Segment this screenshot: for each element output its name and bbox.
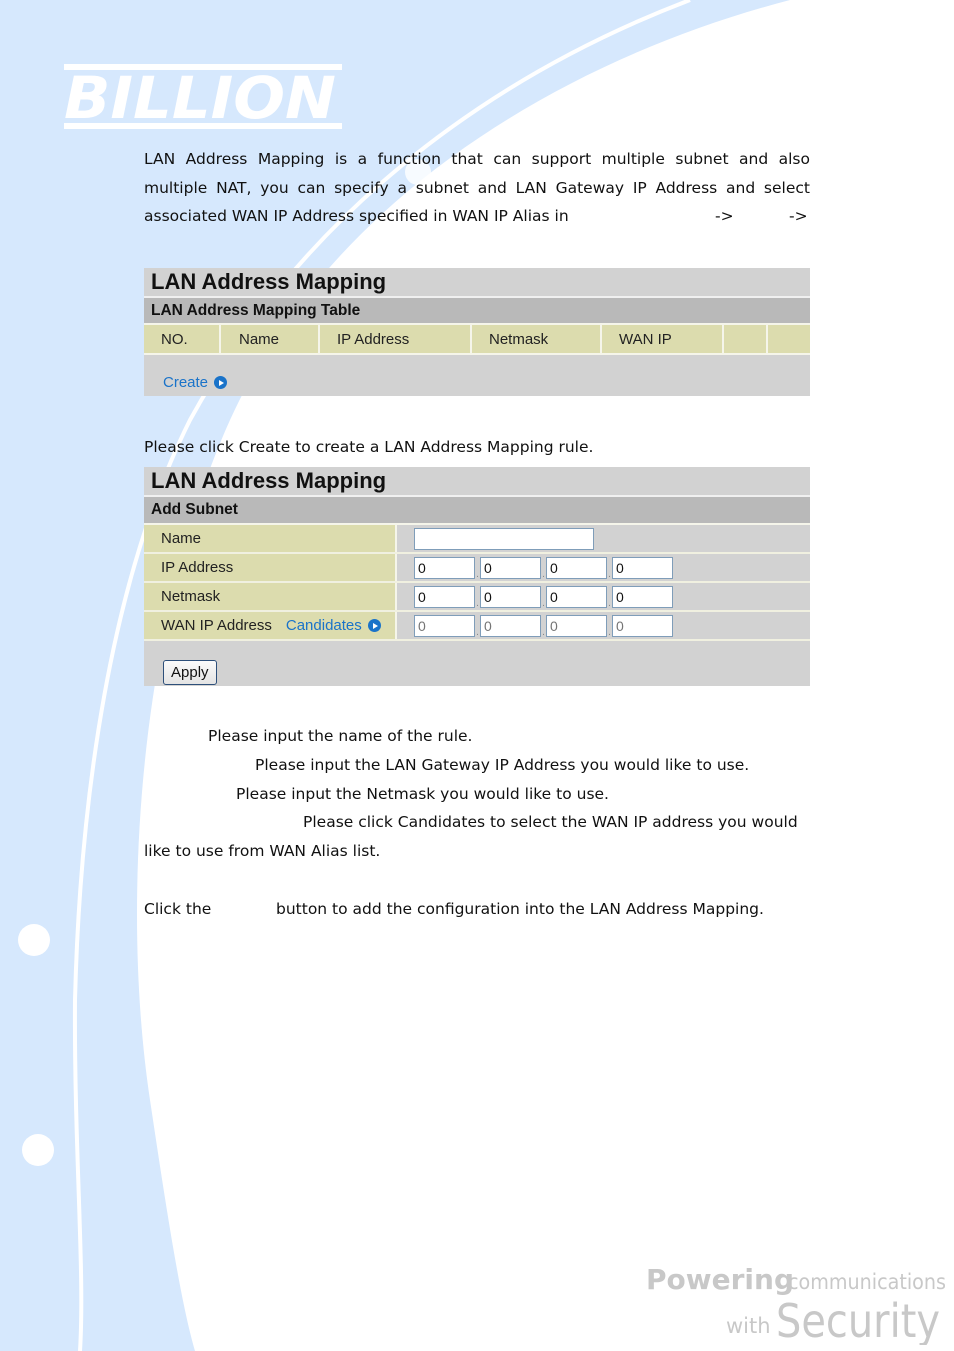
desc-name: Please input the name of the rule. [208,727,473,745]
desc-apply-pre: Click the [144,900,212,918]
column-ip-address: IP Address [320,325,472,353]
tagline-with: with [726,1314,771,1338]
billion-logo: BILLION [64,64,342,132]
panel-subtitle: Add Subnet [144,497,810,525]
form-footer: Apply [144,641,810,686]
wan-ip-label: WAN IP Address [161,617,272,634]
panel-subtitle: LAN Address Mapping Table [144,298,810,325]
netmask-value-cell: . . . [397,583,810,610]
swoosh-dot-1 [18,924,50,956]
arrow-right-circle-icon [214,376,228,389]
table-header-row: NO. Name IP Address Netmask WAN IP [144,325,810,355]
intro-paragraph: LAN Address Mapping is a function that c… [144,145,810,231]
netmask-octet-2[interactable] [480,585,541,608]
tagline-security: Security [776,1294,940,1345]
ip-octet-2[interactable] [480,556,541,579]
wan-octet-3[interactable] [546,614,607,637]
wan-ip-label-cell: WAN IP Address Candidates [144,612,397,639]
mapping-table-panel: LAN Address Mapping LAN Address Mapping … [144,268,810,396]
wan-ip-value-cell: . . . [397,612,810,639]
name-input[interactable] [414,527,594,550]
name-value-cell [397,525,810,552]
desc-wan-line-2: like to use from WAN Alias list. [144,842,381,860]
tagline-logo: Powering communications with Security [646,1263,946,1345]
netmask-octet-3[interactable] [546,585,607,608]
tagline-bold: Powering [646,1263,794,1296]
ip-address-label: IP Address [144,554,397,581]
column-delete [768,325,810,353]
create-link-label: Create [163,374,209,391]
form-row-name: Name [144,525,810,554]
column-name: Name [221,325,320,353]
arrow-right-circle-icon [367,619,381,632]
column-no: NO. [144,325,221,353]
add-subnet-panel: LAN Address Mapping Add Subnet Name IP A… [144,467,810,686]
netmask-label: Netmask [144,583,397,610]
netmask-octet-1[interactable] [414,585,475,608]
create-instruction: Please click Create to create a LAN Addr… [144,438,594,456]
apply-button[interactable]: Apply [163,660,217,685]
arrow-2: -> [789,207,808,225]
ip-octet-1[interactable] [414,556,475,579]
desc-wan-line-1: Please click Candidates to select the WA… [303,813,798,831]
desc-netmask: Please input the Netmask you would like … [236,785,609,803]
logo-text: BILLION [64,64,336,132]
panel-title: LAN Address Mapping [144,268,810,298]
candidates-link[interactable]: Candidates [286,617,381,634]
intro-line-1: LAN Address Mapping is a function that c… [144,150,810,168]
swoosh-dot-2 [22,1134,54,1166]
wan-octet-4[interactable] [612,614,673,637]
netmask-octet-4[interactable] [612,585,673,608]
form-row-netmask: Netmask . . . [144,583,810,612]
column-netmask: Netmask [472,325,602,353]
candidates-link-label: Candidates [285,617,362,634]
arrow-1: -> [715,207,734,225]
ip-octet-4[interactable] [612,556,673,579]
intro-line-3-text: associated WAN IP Address specified in W… [144,207,569,225]
ip-address-value-cell: . . . [397,554,810,581]
column-wan-ip: WAN IP [602,325,724,353]
panel-title: LAN Address Mapping [144,467,810,497]
form-row-ip-address: IP Address . . . [144,554,810,583]
ip-octet-3[interactable] [546,556,607,579]
column-edit [724,325,768,353]
intro-line-2: multiple NAT, you can specify a subnet a… [144,178,810,197]
desc-ip-address: Please input the LAN Gateway IP Address … [255,756,750,774]
wan-octet-1[interactable] [414,614,475,637]
create-link[interactable]: Create [163,374,228,391]
form-row-wan-ip: WAN IP Address Candidates . . . [144,612,810,641]
intro-line-3: associated WAN IP Address specified in W… [144,202,810,231]
name-label: Name [144,525,397,552]
table-body: Create [144,355,810,396]
desc-apply-post: button to add the configuration into the… [276,900,764,918]
wan-octet-2[interactable] [480,614,541,637]
tagline-rest: communications [788,1270,946,1294]
